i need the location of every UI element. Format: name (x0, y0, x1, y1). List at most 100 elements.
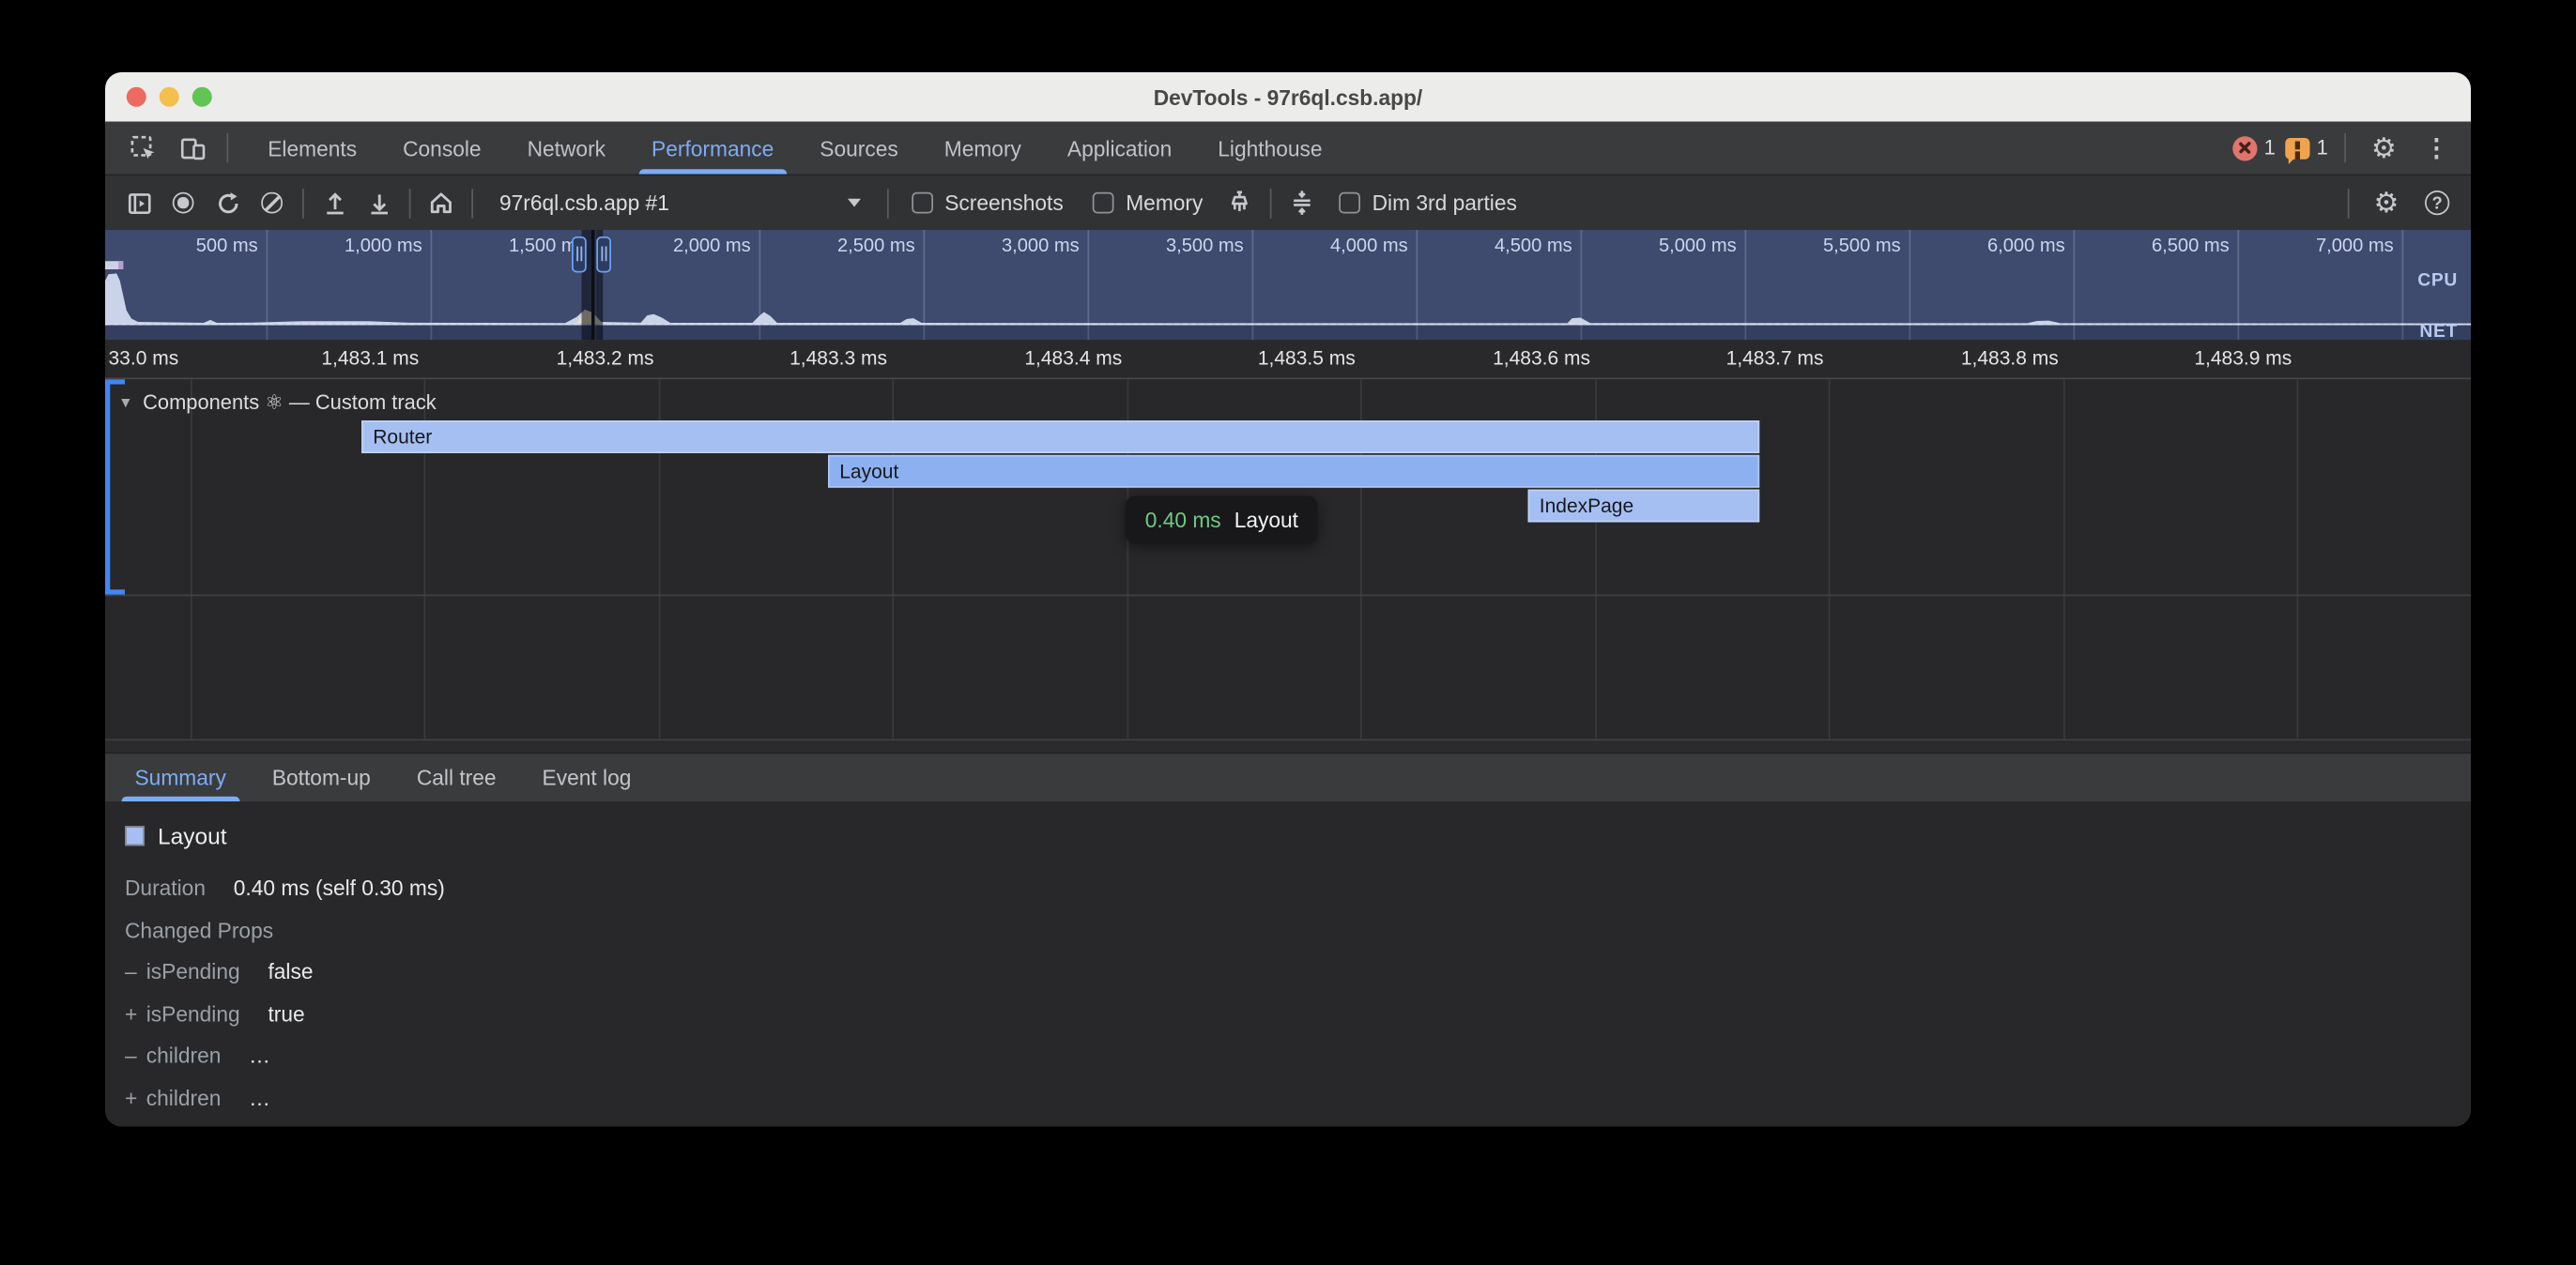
track-title: Components ⚛ — Custom track (143, 389, 437, 414)
separator (887, 188, 889, 218)
flame-bar-indexpage[interactable]: IndexPage (1528, 490, 1760, 523)
ruler-tick-label: 1,483.8 ms (1908, 346, 2059, 370)
devtools-window: DevTools - 97r6ql.csb.app/ (105, 72, 2471, 1127)
memory-checkbox[interactable]: Memory (1080, 191, 1216, 215)
separator (1270, 188, 1272, 218)
selection-left-handle[interactable] (572, 236, 587, 273)
tooltip-label: Layout (1234, 508, 1298, 532)
separator (471, 188, 473, 218)
tab-application[interactable]: Application (1044, 122, 1194, 175)
traffic-lights (127, 72, 212, 122)
tab-memory[interactable]: Memory (921, 122, 1044, 175)
summary-changed-props-row: Changed Props (125, 909, 2471, 952)
ruler-tick-label: 1,483.2 ms (503, 346, 654, 370)
screenshots-checkbox[interactable]: Screenshots (898, 191, 1076, 215)
summary-prop-row: + children … (125, 1076, 2471, 1119)
separator (227, 133, 229, 163)
summary-event-name: Layout (158, 823, 227, 849)
settings-gear-icon[interactable]: ⚙ (2363, 129, 2406, 168)
issues-badge[interactable]: 1 (2285, 136, 2327, 160)
timeline-overview[interactable]: 500 ms 1,000 ms 1,500 ms 2,000 ms 2,500 … (105, 230, 2471, 340)
clear-icon[interactable] (252, 183, 293, 222)
flame-chart[interactable]: ▼ Components ⚛ — Custom track Router Lay… (105, 379, 2471, 752)
devtools-tabbar: Elements Console Network Performance Sou… (105, 122, 2471, 176)
checkbox-icon (912, 192, 933, 214)
tab-event-log[interactable]: Event log (519, 754, 654, 801)
ruler-tick-label: 1,483.3 ms (736, 346, 887, 370)
toggle-sidebar-icon[interactable] (118, 183, 160, 222)
zoom-window-button[interactable] (192, 87, 212, 107)
tab-call-tree[interactable]: Call tree (393, 754, 519, 801)
net-lane-label: NET (2419, 322, 2458, 340)
inspect-element-icon[interactable] (122, 129, 165, 168)
console-errors-badge[interactable]: 1 (2232, 135, 2275, 160)
ruler-tick-label: 1,483.7 ms (1673, 346, 1824, 370)
track-collapse-arrow[interactable]: ▼ (118, 393, 133, 410)
issue-icon (2285, 137, 2309, 159)
ruler-tick-label: 1,483.1 ms (268, 346, 419, 370)
selection-right-handle[interactable] (596, 236, 611, 273)
summary-title-row: Layout (125, 823, 2471, 849)
tabbar-left-icons (105, 122, 245, 175)
save-profile-icon[interactable] (359, 183, 400, 222)
tab-summary[interactable]: Summary (112, 754, 249, 801)
ruler-tick-label: 1,483.5 ms (1204, 346, 1356, 370)
close-window-button[interactable] (127, 87, 146, 107)
collapse-tracks-icon[interactable] (1281, 183, 1323, 222)
separator (302, 188, 304, 218)
performance-toolbar: 97r6ql.csb.app #1 Screenshots Memory (105, 175, 2471, 230)
device-toolbar-icon[interactable] (171, 129, 214, 168)
help-icon[interactable]: ? (2416, 183, 2458, 222)
ruler-tick-label: 1,484 (2376, 346, 2472, 370)
checkbox-icon (1093, 192, 1114, 214)
screen: DevTools - 97r6ql.csb.app/ (0, 0, 2576, 1265)
dropdown-arrow-icon (848, 199, 861, 207)
tab-performance[interactable]: Performance (629, 122, 797, 175)
ruler-tick-label: 1,483.6 ms (1439, 346, 1590, 370)
collect-garbage-icon[interactable] (1219, 183, 1261, 222)
flame-tooltip: 0.40 ms Layout (1126, 496, 1318, 544)
tab-sources[interactable]: Sources (797, 122, 921, 175)
issue-count: 1 (2317, 136, 2328, 160)
summary-duration-row: Duration 0.40 ms (self 0.30 ms) (125, 867, 2471, 909)
record-icon[interactable] (162, 183, 204, 222)
reload-and-record-icon[interactable] (207, 183, 249, 222)
dim-3rd-parties-checkbox[interactable]: Dim 3rd parties (1326, 191, 1530, 215)
home-icon[interactable] (421, 183, 462, 222)
window-title: DevTools - 97r6ql.csb.app/ (1154, 84, 1423, 109)
flame-bar-layout[interactable]: Layout (828, 455, 1759, 488)
summary-prop-row: + isPending true (125, 993, 2471, 1035)
separator (2348, 188, 2350, 218)
separator (2344, 133, 2346, 163)
event-color-swatch (125, 826, 145, 846)
tooltip-duration: 0.40 ms (1145, 508, 1221, 532)
kebab-menu-icon[interactable]: ⋮ (2415, 129, 2459, 168)
ruler-tick-label: 33.0 ms (109, 346, 224, 370)
tab-console[interactable]: Console (380, 122, 504, 175)
flame-bar-router[interactable]: Router (361, 420, 1759, 453)
tab-lighthouse[interactable]: Lighthouse (1195, 122, 1345, 175)
time-ruler: 33.0 ms 1,483.1 ms 1,483.2 ms 1,483.3 ms… (105, 340, 2471, 379)
minimize-window-button[interactable] (160, 87, 179, 107)
checkbox-icon (1340, 192, 1361, 214)
horizontal-scroll-track[interactable] (105, 740, 2471, 752)
capture-settings-gear-icon[interactable]: ⚙ (2366, 183, 2407, 222)
details-tabbar: Summary Bottom-up Call tree Event log (105, 753, 2471, 802)
panel-tabs: Elements Console Network Performance Sou… (245, 122, 1345, 175)
toolbar-right: ⚙ ? (2341, 183, 2458, 222)
summary-panel: Layout Duration 0.40 ms (self 0.30 ms) C… (105, 801, 2471, 1127)
titlebar: DevTools - 97r6ql.csb.app/ (105, 72, 2471, 122)
cpu-lane-label: CPU (2417, 271, 2458, 291)
tab-network[interactable]: Network (504, 122, 628, 175)
target-selector-dropdown[interactable]: 97r6ql.csb.app #1 (483, 191, 878, 215)
tab-bottom-up[interactable]: Bottom-up (249, 754, 393, 801)
components-track-header[interactable]: ▼ Components ⚛ — Custom track (118, 389, 437, 414)
summary-prop-row: – children … (125, 1035, 2471, 1077)
track-separator (105, 595, 2471, 597)
load-profile-icon[interactable] (314, 183, 355, 222)
error-icon (2232, 135, 2257, 160)
track-focus-bracket (105, 379, 110, 594)
ruler-tick-label: 1,483.4 ms (971, 346, 1122, 370)
tab-elements[interactable]: Elements (245, 122, 380, 175)
ruler-tick-label: 1,483.9 ms (2140, 346, 2292, 370)
